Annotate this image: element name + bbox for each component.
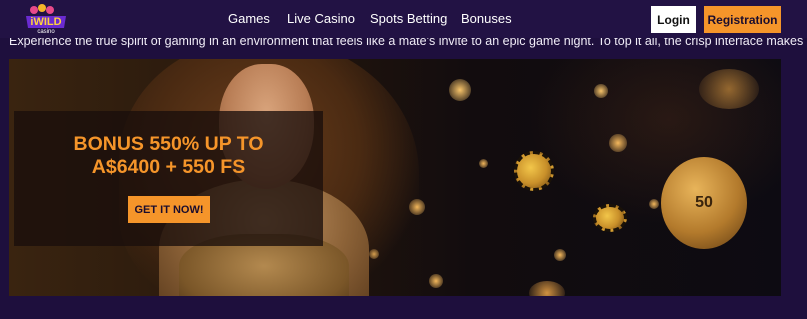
intro-paragraph: Experience the true spirit of gaming in … — [9, 38, 807, 48]
intro-paragraph-container: Experience the true spirit of gaming in … — [0, 38, 807, 50]
bonus-headline: BONUS 550% UP TO A$6400 + 550 FS — [14, 133, 323, 179]
nav-live-casino[interactable]: Live Casino — [287, 11, 355, 26]
get-it-now-button[interactable]: GET IT NOW! — [128, 196, 210, 223]
bokeh-light — [609, 134, 627, 152]
logo-subtext: casino — [37, 29, 55, 34]
registration-button[interactable]: Registration — [704, 6, 781, 33]
nav-sports-betting[interactable]: Spots Betting — [370, 11, 447, 26]
gold-coin-icon: 50 — [661, 157, 747, 249]
coin-value: 50 — [695, 194, 713, 211]
bokeh-light — [429, 274, 443, 288]
logo-text: iWILD — [30, 16, 61, 28]
bokeh-light — [649, 199, 659, 209]
bonus-headline-line2: A$6400 + 550 FS — [91, 156, 246, 178]
bokeh-light — [699, 69, 759, 109]
nav-bonuses[interactable]: Bonuses — [461, 11, 512, 26]
iwild-casino-logo[interactable]: iWILD casino — [20, 4, 72, 35]
bonus-headline-line1: BONUS 550% UP TO — [73, 133, 264, 155]
bokeh-light — [554, 249, 566, 261]
bokeh-light — [529, 281, 565, 296]
nav-games[interactable]: Games — [228, 11, 270, 26]
logo-graphic: iWILD casino — [26, 4, 66, 35]
bokeh-light — [594, 84, 608, 98]
bokeh-light — [449, 79, 471, 101]
casino-chip-icon — [514, 151, 554, 191]
site-header: iWILD casino Games Live Casino Spots Bet… — [0, 0, 807, 38]
bokeh-light — [479, 159, 488, 168]
login-button[interactable]: Login — [651, 6, 696, 33]
promo-banner[interactable]: 50 BONUS 550% UP TO A$6400 + 550 FS GET … — [9, 59, 781, 296]
casino-chip-icon — [593, 204, 627, 232]
